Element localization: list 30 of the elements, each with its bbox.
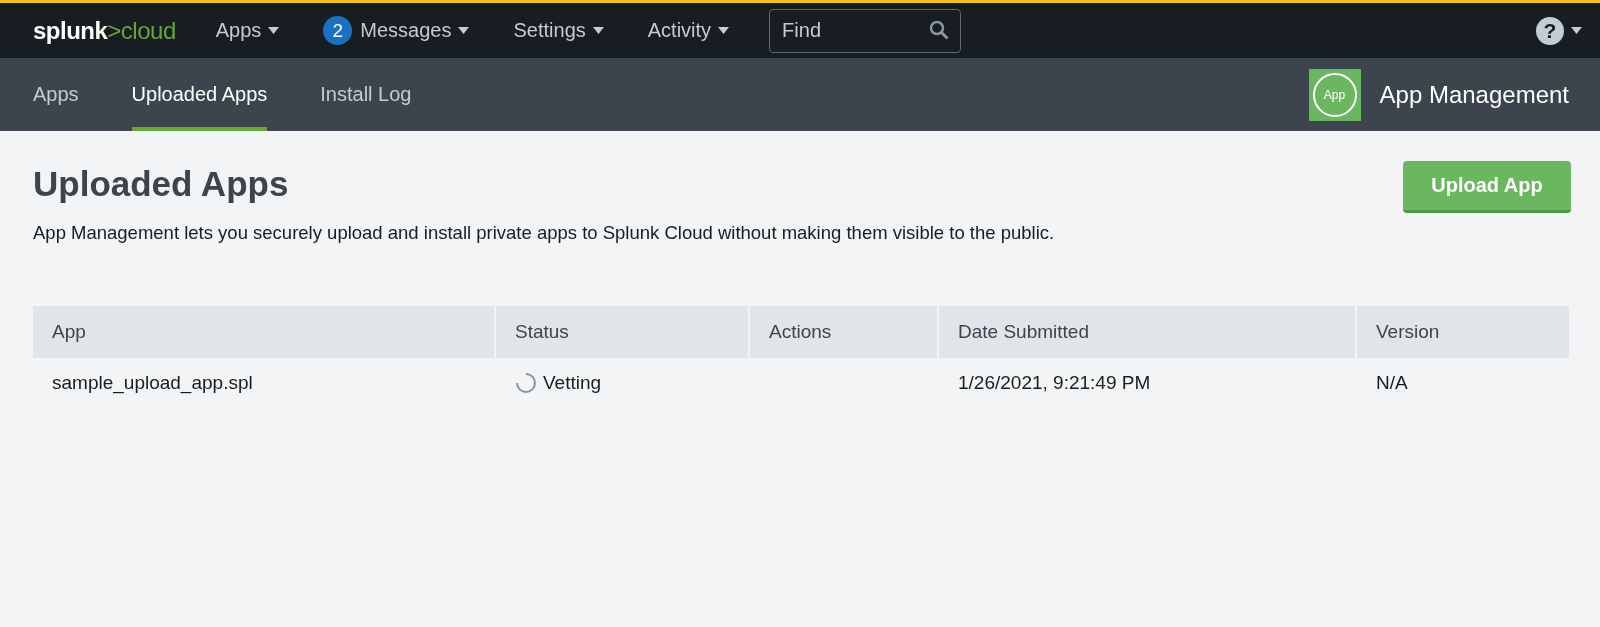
menu-item[interactable]: Activity bbox=[647, 19, 730, 42]
count-badge: 2 bbox=[323, 16, 353, 45]
caret-icon bbox=[458, 27, 470, 34]
page-description: App Management lets you securely upload and install private apps to Splunk Cloud without making them visible to the public. bbox=[33, 222, 1055, 244]
column-header: Actions bbox=[750, 306, 939, 358]
app-title: App Management bbox=[1379, 80, 1569, 109]
help-button[interactable]: ? bbox=[1536, 16, 1564, 45]
column-header: App bbox=[33, 306, 496, 358]
table-cell: sample_upload_app.spl bbox=[52, 372, 253, 394]
search-field[interactable]: Find bbox=[769, 8, 962, 53]
logo[interactable]: splunk>cloud bbox=[33, 16, 176, 45]
app-icon: App bbox=[1308, 68, 1361, 121]
menu-item[interactable]: Apps bbox=[215, 19, 280, 42]
nav-tab[interactable]: Apps bbox=[33, 58, 79, 131]
status-text: Vetting bbox=[543, 372, 602, 394]
search-icon bbox=[929, 19, 950, 40]
caret-icon bbox=[592, 27, 604, 34]
table-cell: N/A bbox=[1376, 372, 1408, 394]
caret-icon bbox=[268, 27, 280, 34]
caret-icon bbox=[718, 27, 730, 34]
menu-item[interactable]: Settings bbox=[513, 19, 604, 42]
caret-icon bbox=[1571, 27, 1582, 34]
nav-tab[interactable]: Install Log bbox=[320, 58, 412, 131]
page-title: Uploaded Apps bbox=[33, 164, 290, 204]
column-header: Status bbox=[496, 306, 750, 358]
column-header: Date Submitted bbox=[939, 306, 1357, 358]
nav-tab[interactable]: Uploaded Apps bbox=[131, 58, 268, 131]
menu-item[interactable]: 2 Messages bbox=[323, 16, 470, 45]
column-header: Version bbox=[1357, 306, 1571, 358]
table-cell: 1/26/2021, 9:21:49 PM bbox=[958, 372, 1151, 394]
